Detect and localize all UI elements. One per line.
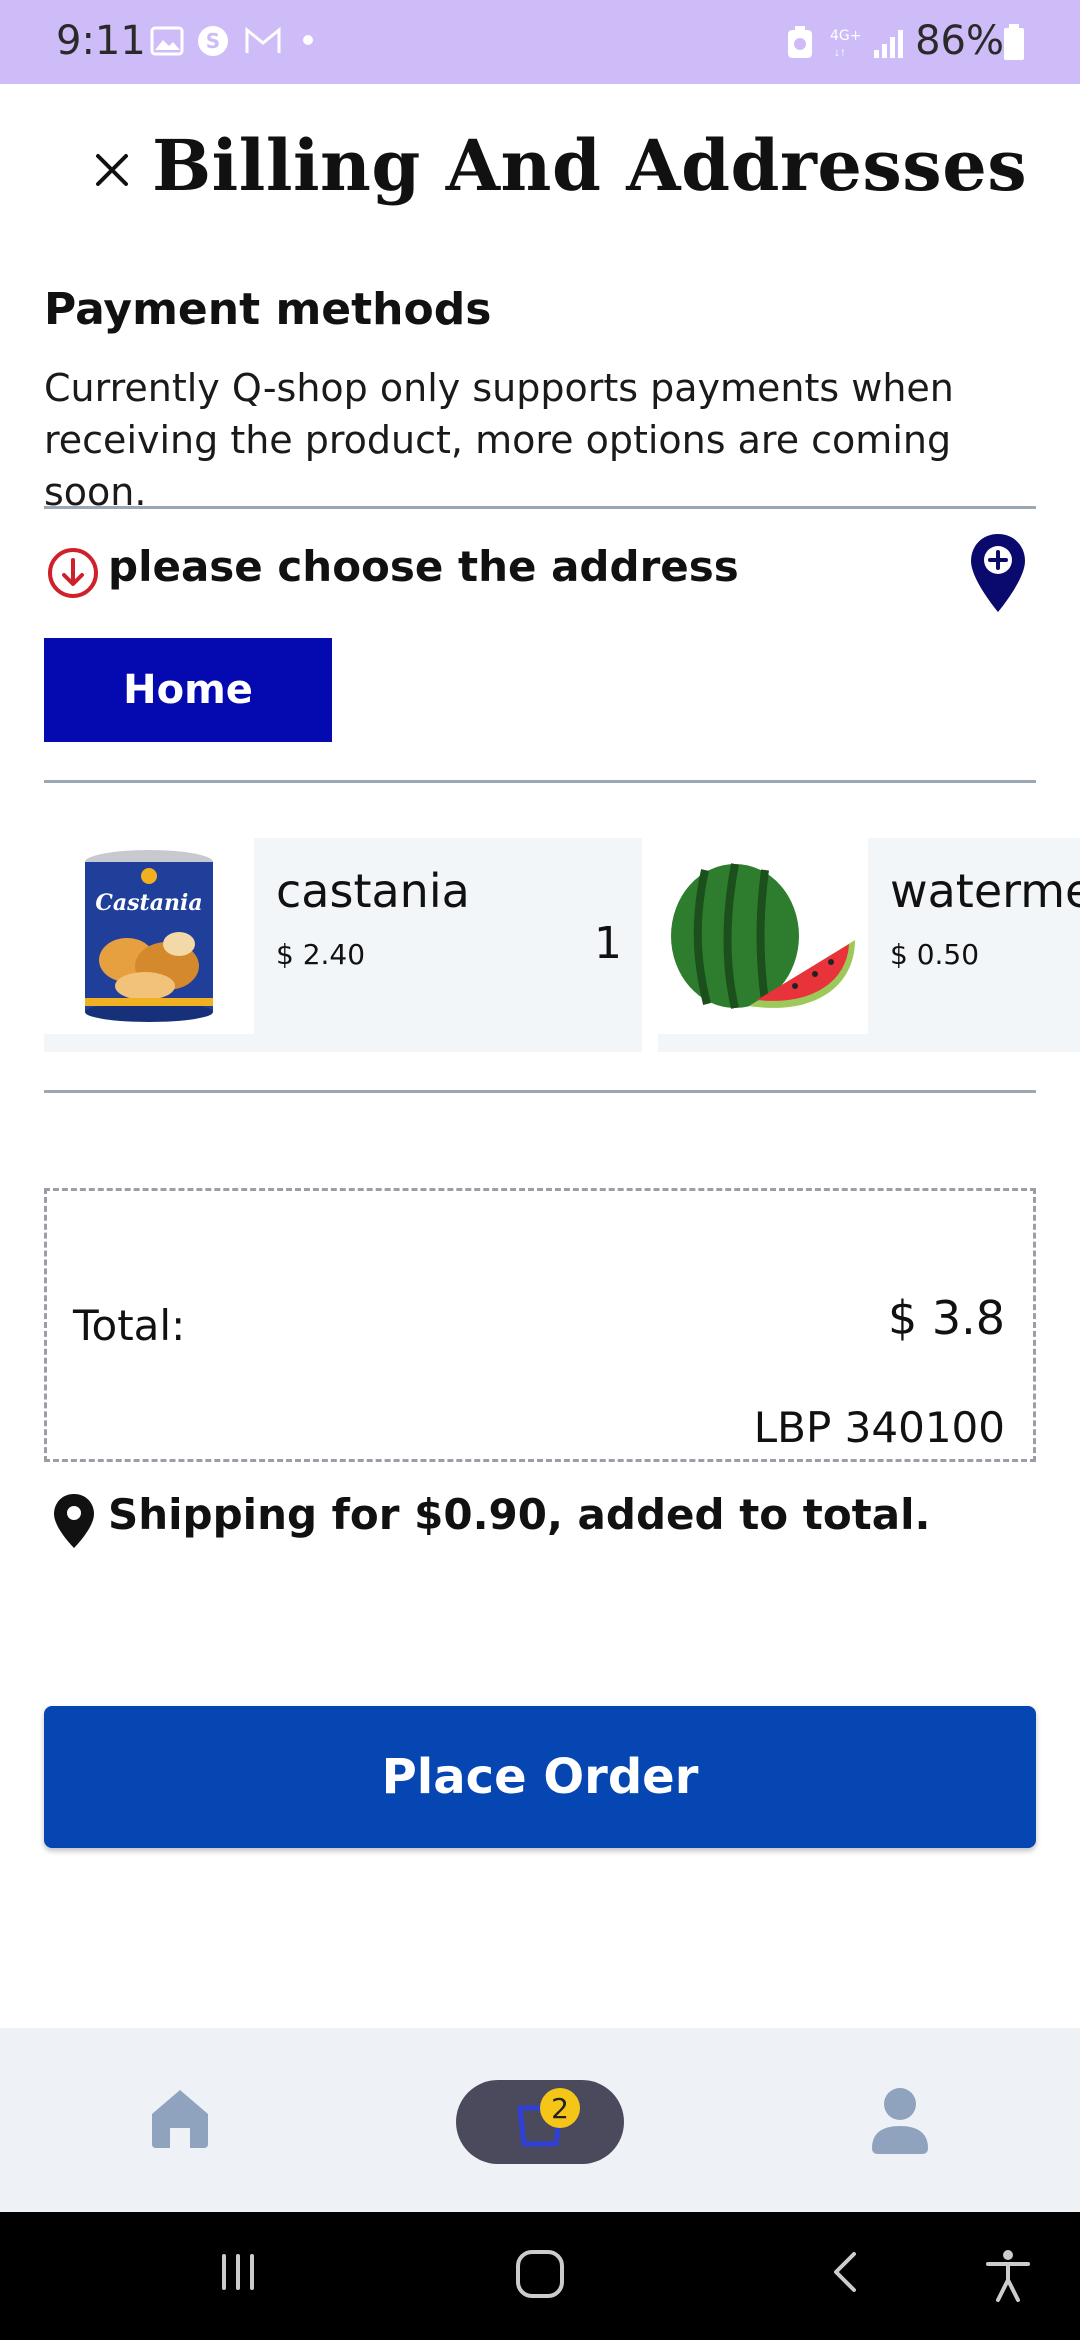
accessibility-icon[interactable] [982,2248,1034,2304]
arrow-down-circle-icon [48,548,98,598]
app-s-icon: S [198,26,228,56]
gallery-icon [150,26,184,56]
cart-item[interactable]: Castania castania $ 2.40 1 [44,838,642,1052]
page-title: Billing And Addresses [152,124,1028,207]
cart-item-price: $ 0.50 [890,938,980,971]
battery-icon [1004,24,1024,60]
shipping-note: Shipping for $0.90, added to total. [108,1490,931,1539]
order-total-box: Total: $ 3.8 LBP 340100 [44,1188,1036,1462]
status-bar: 9:11 S 4G+ ↓↑ 86% [0,0,1080,84]
cart-item-name: watermelon [890,864,1080,918]
billing-sheet: Billing And Addresses Payment methods Cu… [0,84,1080,2028]
product-image-castania: Castania [44,838,254,1034]
castania-can-image: Castania [85,850,213,1022]
cart-item[interactable]: watermelon $ 0.50 [658,838,1080,1052]
cart-badge: 2 [540,2088,580,2128]
divider [44,1090,1036,1093]
status-time: 9:11 [56,18,146,64]
bottom-nav: 2 [0,2028,1080,2212]
back-icon[interactable] [826,2248,866,2296]
notification-dot-icon [303,35,313,45]
location-pin-icon [54,1494,94,1548]
svg-text:S: S [206,29,220,53]
svg-text:↓↑: ↓↑ [834,45,846,59]
total-lbp: LBP 340100 [747,1403,1005,1452]
network-type: 4G+ [830,28,862,44]
address-chip-home[interactable]: Home [44,638,332,742]
payment-methods-title: Payment methods [44,284,492,335]
signal-icon: 4G+ ↓↑ [830,28,903,59]
watermelon-image [671,863,855,1009]
total-usd: $ 3.8 [887,1291,1005,1345]
cart-item-quantity: 1 [594,918,622,969]
battery-text: 86% [915,18,1004,64]
data-saver-icon [788,26,812,58]
divider [44,780,1036,783]
divider [44,506,1036,509]
payment-methods-description: Currently Q-shop only supports payments … [44,366,954,514]
cart-items-list[interactable]: Castania castania $ 2.40 1 waterme $ 0.5… [44,838,1080,1052]
total-label: Total: [73,1301,186,1350]
profile-icon[interactable] [870,2086,930,2156]
cart-nav-button[interactable]: 2 [456,2080,624,2164]
address-prompt: please choose the address [108,542,739,591]
home-icon[interactable] [148,2086,212,2150]
add-location-icon[interactable] [968,532,1028,614]
close-icon[interactable] [92,150,132,190]
system-home-icon[interactable] [514,2248,566,2300]
cart-item-name: castania [276,864,470,918]
gmail-icon [245,26,281,53]
place-order-button[interactable]: Place Order [44,1706,1036,1848]
svg-text:Castania: Castania [95,890,202,916]
product-image-watermelon [658,838,868,1034]
system-navigation-bar [0,2212,1080,2340]
cart-item-price: $ 2.40 [276,938,366,971]
recent-apps-icon[interactable] [214,2248,262,2296]
